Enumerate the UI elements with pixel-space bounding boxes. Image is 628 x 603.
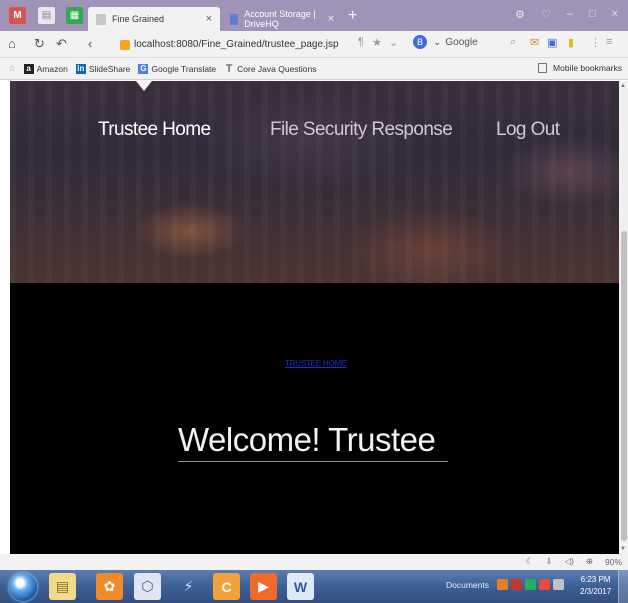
bookmark-star-icon[interactable]: ★ xyxy=(372,36,382,49)
home-icon[interactable]: ⌂ xyxy=(8,36,16,51)
scroll-thumb[interactable] xyxy=(621,231,627,541)
media-player-icon[interactable]: ▶ xyxy=(250,573,277,600)
window-controls: ⚙ ♡ – □ × xyxy=(515,8,618,21)
bookmark-google-translate[interactable]: G Google Translate xyxy=(138,63,217,74)
tab-title: Fine Grained xyxy=(112,14,165,24)
volume-icon[interactable]: ◁) xyxy=(564,556,573,567)
virtualbox-icon[interactable]: ⬡ xyxy=(134,573,161,600)
translate-icon[interactable]: ▣ xyxy=(547,36,557,49)
system-tray xyxy=(497,579,564,590)
document-icon[interactable]: ▤ xyxy=(38,7,55,24)
text-icon: T xyxy=(225,62,233,75)
uc-browser-icon[interactable]: ✿ xyxy=(96,573,123,600)
shield-icon[interactable]: ♡ xyxy=(541,8,551,21)
scroll-down-icon[interactable]: ▼ xyxy=(620,546,626,552)
extension-icon[interactable]: ▮ xyxy=(568,36,574,49)
nav-file-security-response[interactable]: File Security Response xyxy=(270,119,453,141)
search-engine-selector[interactable]: B ⌄ Google xyxy=(413,35,478,49)
drivehq-favicon-icon xyxy=(230,13,239,25)
nav-trustee-home[interactable]: Trustee Home xyxy=(98,119,211,141)
minimize-icon[interactable]: – xyxy=(567,8,573,21)
folder-icon xyxy=(538,63,548,73)
reload-icon[interactable]: ↻ xyxy=(34,36,45,52)
new-tab-icon[interactable]: + xyxy=(348,7,357,25)
hero-banner xyxy=(10,81,619,283)
clock[interactable]: 6:23 PM 2/3/2017 xyxy=(580,574,611,598)
search-icon[interactable]: ⌕ xyxy=(510,36,516,49)
menu-icon[interactable]: ≡ xyxy=(606,36,612,48)
undo-icon[interactable]: ↶ xyxy=(56,36,67,52)
eclipse-icon[interactable]: ⚡ xyxy=(175,573,202,600)
bookmark-label: SlideShare xyxy=(88,63,131,74)
breadcrumb-trustee-home[interactable]: TRUSTEE HOME xyxy=(285,359,346,368)
show-desktop-button[interactable] xyxy=(618,570,628,603)
back-icon[interactable]: ‹ xyxy=(88,36,92,51)
bookmark-core-java[interactable]: T Core Java Questions xyxy=(224,62,317,75)
pin-icon[interactable]: ¶ xyxy=(358,36,364,48)
bookmark-amazon[interactable]: a Amazon xyxy=(23,63,68,74)
page-scrollbar[interactable]: ▲ ▼ xyxy=(619,81,628,554)
page-favicon-icon xyxy=(96,13,106,25)
amazon-icon: a xyxy=(23,63,34,74)
tray-app-icon[interactable] xyxy=(525,579,536,590)
browser-tab-strip: M ▤ ▦ Fine Grained × Account Storage | D… xyxy=(0,0,628,31)
tray-app-icon[interactable] xyxy=(497,579,508,590)
clock-time: 6:23 PM xyxy=(580,575,611,584)
bookmark-star-icon[interactable]: ☆ xyxy=(8,63,16,74)
bookmark-label: Google Translate xyxy=(151,63,217,74)
linkedin-icon: in xyxy=(75,63,86,74)
gmail-icon[interactable]: M xyxy=(9,7,26,24)
bookmarks-bar: ☆ a Amazon in SlideShare G Google Transl… xyxy=(0,58,628,80)
address-bar: ⌂ ↻ ↶ ‹ localhost:8080/Fine_Grained/trus… xyxy=(0,31,628,58)
tab-drivehq[interactable]: Account Storage | DriveHQ × xyxy=(222,7,342,31)
chevron-down-icon: ⌄ xyxy=(433,36,442,48)
translate-icon: G xyxy=(138,63,149,74)
nav-log-out[interactable]: Log Out xyxy=(496,119,560,141)
tab-title: Account Storage | DriveHQ xyxy=(244,9,316,29)
more-icon[interactable]: ⋮ xyxy=(590,36,601,49)
download-icon[interactable]: ⇩ xyxy=(545,556,552,567)
search-engine-label: Google xyxy=(445,36,478,48)
sheets-icon[interactable]: ▦ xyxy=(66,7,83,24)
url-field[interactable]: localhost:8080/Fine_Grained/trustee_page… xyxy=(120,35,352,54)
close-tab-icon[interactable]: × xyxy=(206,13,212,25)
mobile-bookmarks-label: Mobile bookmarks xyxy=(553,63,622,73)
tab-fine-grained[interactable]: Fine Grained × xyxy=(88,7,220,31)
close-window-icon[interactable]: × xyxy=(612,8,618,21)
zoom-level[interactable]: 90% xyxy=(605,557,622,567)
tray-network-icon[interactable] xyxy=(553,579,564,590)
chevron-down-icon[interactable]: ⌄ xyxy=(389,36,398,49)
url-text: localhost:8080/Fine_Grained/trustee_page… xyxy=(134,39,339,50)
documents-toolbar[interactable]: Documents xyxy=(446,580,489,590)
settings-icon[interactable]: ⚙ xyxy=(515,8,525,21)
zoom-icon[interactable]: ⊕ xyxy=(586,556,593,567)
tray-app-icon[interactable] xyxy=(511,579,522,590)
page-viewport: Trustee Home File Security Response Log … xyxy=(10,81,619,554)
start-button[interactable] xyxy=(9,573,37,601)
clock-date: 2/3/2017 xyxy=(580,587,612,596)
mobile-bookmarks[interactable]: Mobile bookmarks xyxy=(538,63,622,73)
windows-taskbar: ▤ ✿ ⬡ ⚡ C ▶ W Documents 6:23 PM 2/3/2017 xyxy=(0,570,628,603)
night-mode-icon[interactable]: ☾ xyxy=(526,556,534,567)
bookmark-slideshare[interactable]: in SlideShare xyxy=(75,63,131,74)
bookmark-label: Core Java Questions xyxy=(237,63,317,74)
maximize-icon[interactable]: □ xyxy=(589,8,596,21)
browser-status-bar: ☾ ⇩ ◁) ⊕ 90% xyxy=(0,554,628,570)
scroll-up-icon[interactable]: ▲ xyxy=(620,83,626,89)
active-menu-caret-icon xyxy=(136,81,152,91)
mail-icon[interactable]: ✉ xyxy=(530,36,539,49)
tray-app-icon[interactable] xyxy=(539,579,550,590)
search-engine-icon: B xyxy=(413,35,427,49)
c-editor-icon[interactable]: C xyxy=(213,573,240,600)
close-tab-icon[interactable]: × xyxy=(328,13,334,25)
site-icon xyxy=(120,39,130,50)
bookmark-label: Amazon xyxy=(36,63,68,74)
word-icon[interactable]: W xyxy=(287,573,314,600)
file-explorer-icon[interactable]: ▤ xyxy=(49,573,76,600)
page-title: Welcome! Trustee xyxy=(178,421,448,462)
